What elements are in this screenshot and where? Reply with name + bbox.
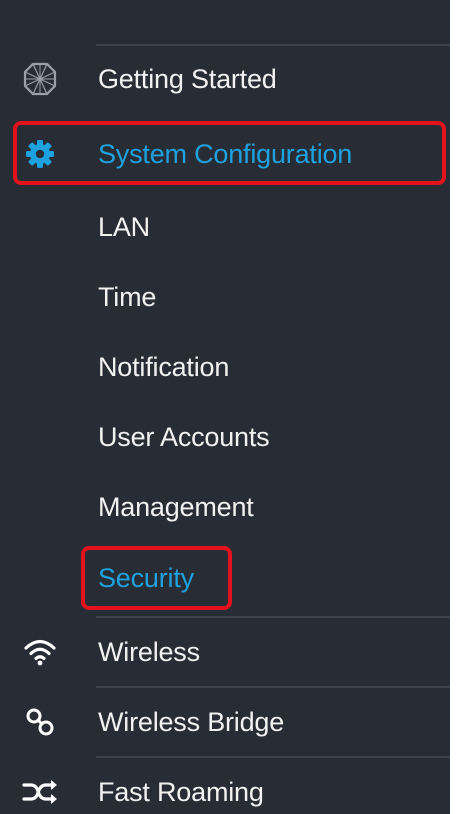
sidebar-item-lan[interactable]: LAN — [0, 201, 450, 253]
sidebar-item-wireless-bridge[interactable]: Wireless Bridge — [0, 696, 450, 748]
fast-roaming-icon — [22, 774, 58, 810]
sidebar-item-label: Fast Roaming — [98, 776, 264, 807]
sidebar-item-getting-started[interactable]: Getting Started — [0, 53, 450, 105]
divider — [96, 44, 450, 46]
sidebar-item-time[interactable]: Time — [0, 271, 450, 323]
sidebar-item-label: Time — [98, 281, 157, 312]
sidebar-item-security[interactable]: Security — [0, 552, 450, 604]
sidebar-item-management[interactable]: Management — [0, 481, 450, 533]
gear-icon — [22, 136, 58, 172]
sidebar-item-wireless[interactable]: Wireless — [0, 626, 450, 678]
sidebar-item-label: Getting Started — [98, 63, 277, 94]
sidebar-item-label: Wireless Bridge — [98, 706, 285, 737]
sidebar-item-label: LAN — [98, 211, 150, 242]
bridge-icon — [22, 704, 58, 740]
wifi-icon — [22, 634, 58, 670]
sidebar-item-label: Security — [98, 562, 194, 593]
getting-started-icon — [22, 61, 58, 97]
sidebar-item-label: System Configuration — [98, 138, 353, 169]
sidebar-item-notification[interactable]: Notification — [0, 341, 450, 393]
divider — [96, 756, 450, 758]
divider — [96, 616, 450, 618]
divider — [96, 686, 450, 688]
sidebar-item-label: Management — [98, 491, 254, 522]
sidebar-item-label: Wireless — [98, 636, 200, 667]
sidebar-nav: Getting Started System Configuration LAN… — [0, 0, 450, 814]
sidebar-item-label: Notification — [98, 351, 230, 382]
sidebar-item-label: User Accounts — [98, 421, 270, 452]
sidebar-item-fast-roaming[interactable]: Fast Roaming — [0, 766, 450, 814]
sidebar-item-system-configuration[interactable]: System Configuration — [0, 128, 450, 180]
sidebar-item-user-accounts[interactable]: User Accounts — [0, 411, 450, 463]
